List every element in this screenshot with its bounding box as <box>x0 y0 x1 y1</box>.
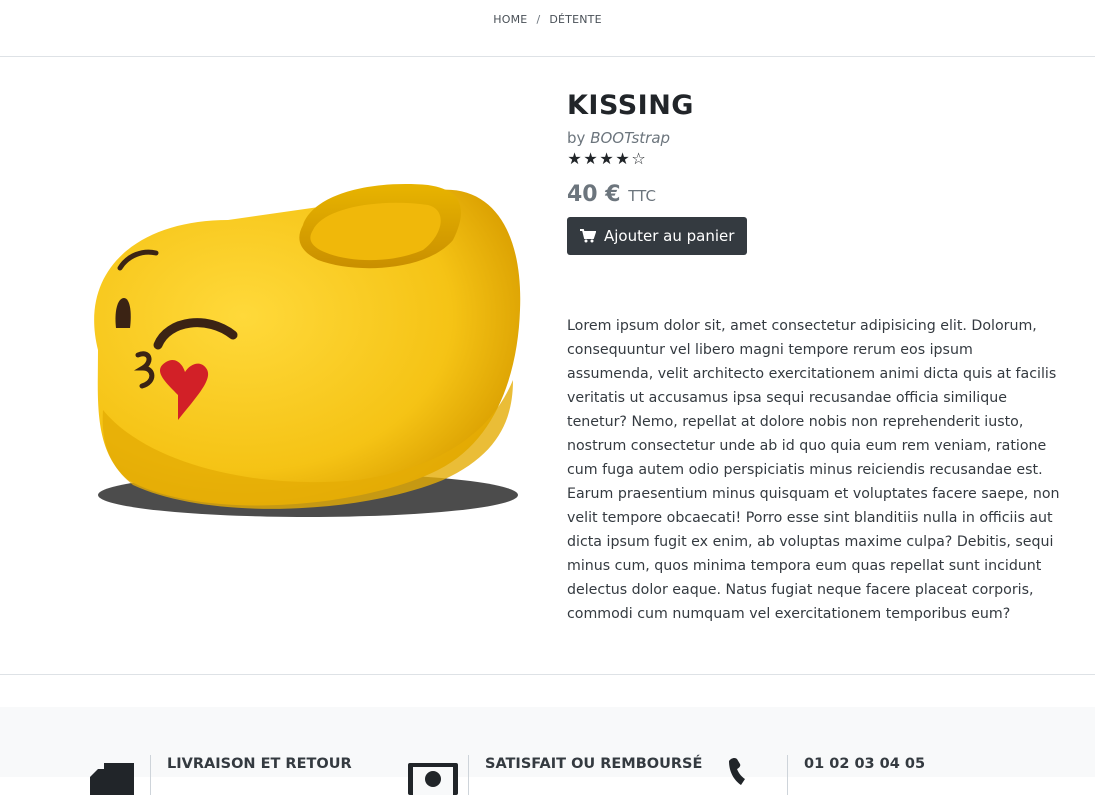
feature-separator <box>787 755 788 795</box>
phone-icon <box>727 755 787 795</box>
breadcrumb-separator: / <box>536 12 541 26</box>
product-description: Lorem ipsum dolor sit, amet consectetur … <box>567 318 1060 622</box>
money-icon <box>408 755 468 795</box>
footer-features: LIVRAISON ET RETOUR SATISFAIT OU REMBOUR… <box>0 707 1095 795</box>
product-price: 40 € TTC <box>567 182 1067 207</box>
product-image <box>58 150 528 540</box>
feature-label: 01 02 03 04 05 <box>804 756 926 772</box>
cart-icon <box>580 229 596 243</box>
feature-label: LIVRAISON ET RETOUR <box>167 756 352 772</box>
feature-label: SATISFAIT OU REMBOURSÉ <box>485 756 703 772</box>
add-to-cart-label: Ajouter au panier <box>604 227 735 245</box>
feature-separator <box>150 755 151 795</box>
product-brand: BOOTstrap <box>590 129 671 147</box>
price-suffix: TTC <box>628 187 656 205</box>
breadcrumb-current: DÉTENTE <box>549 12 602 26</box>
rating-stars: ★★★★☆ <box>567 149 1067 168</box>
feature-delivery: LIVRAISON ET RETOUR <box>90 755 352 795</box>
section-divider <box>0 674 1095 675</box>
star-filled-icon: ★ <box>567 149 583 168</box>
product-title: KISSING <box>567 90 694 121</box>
feature-refund: SATISFAIT OU REMBOURSÉ <box>408 755 702 795</box>
star-empty-icon: ☆ <box>631 149 647 168</box>
product-byline: by BOOTstrap <box>567 129 1067 147</box>
star-filled-icon: ★ <box>583 149 599 168</box>
byline-prefix: by <box>567 129 586 147</box>
star-filled-icon: ★ <box>615 149 631 168</box>
star-filled-icon: ★ <box>599 149 615 168</box>
price-value: 40 € <box>567 182 621 207</box>
breadcrumb-home-link[interactable]: HOME <box>493 13 527 26</box>
add-to-cart-button[interactable]: Ajouter au panier <box>567 217 748 255</box>
breadcrumb: HOME / DÉTENTE <box>0 0 1095 57</box>
emoji-slipper-image <box>94 184 521 517</box>
feature-phone: 01 02 03 04 05 <box>727 755 925 795</box>
truck-icon <box>90 755 150 795</box>
feature-separator <box>468 755 469 795</box>
